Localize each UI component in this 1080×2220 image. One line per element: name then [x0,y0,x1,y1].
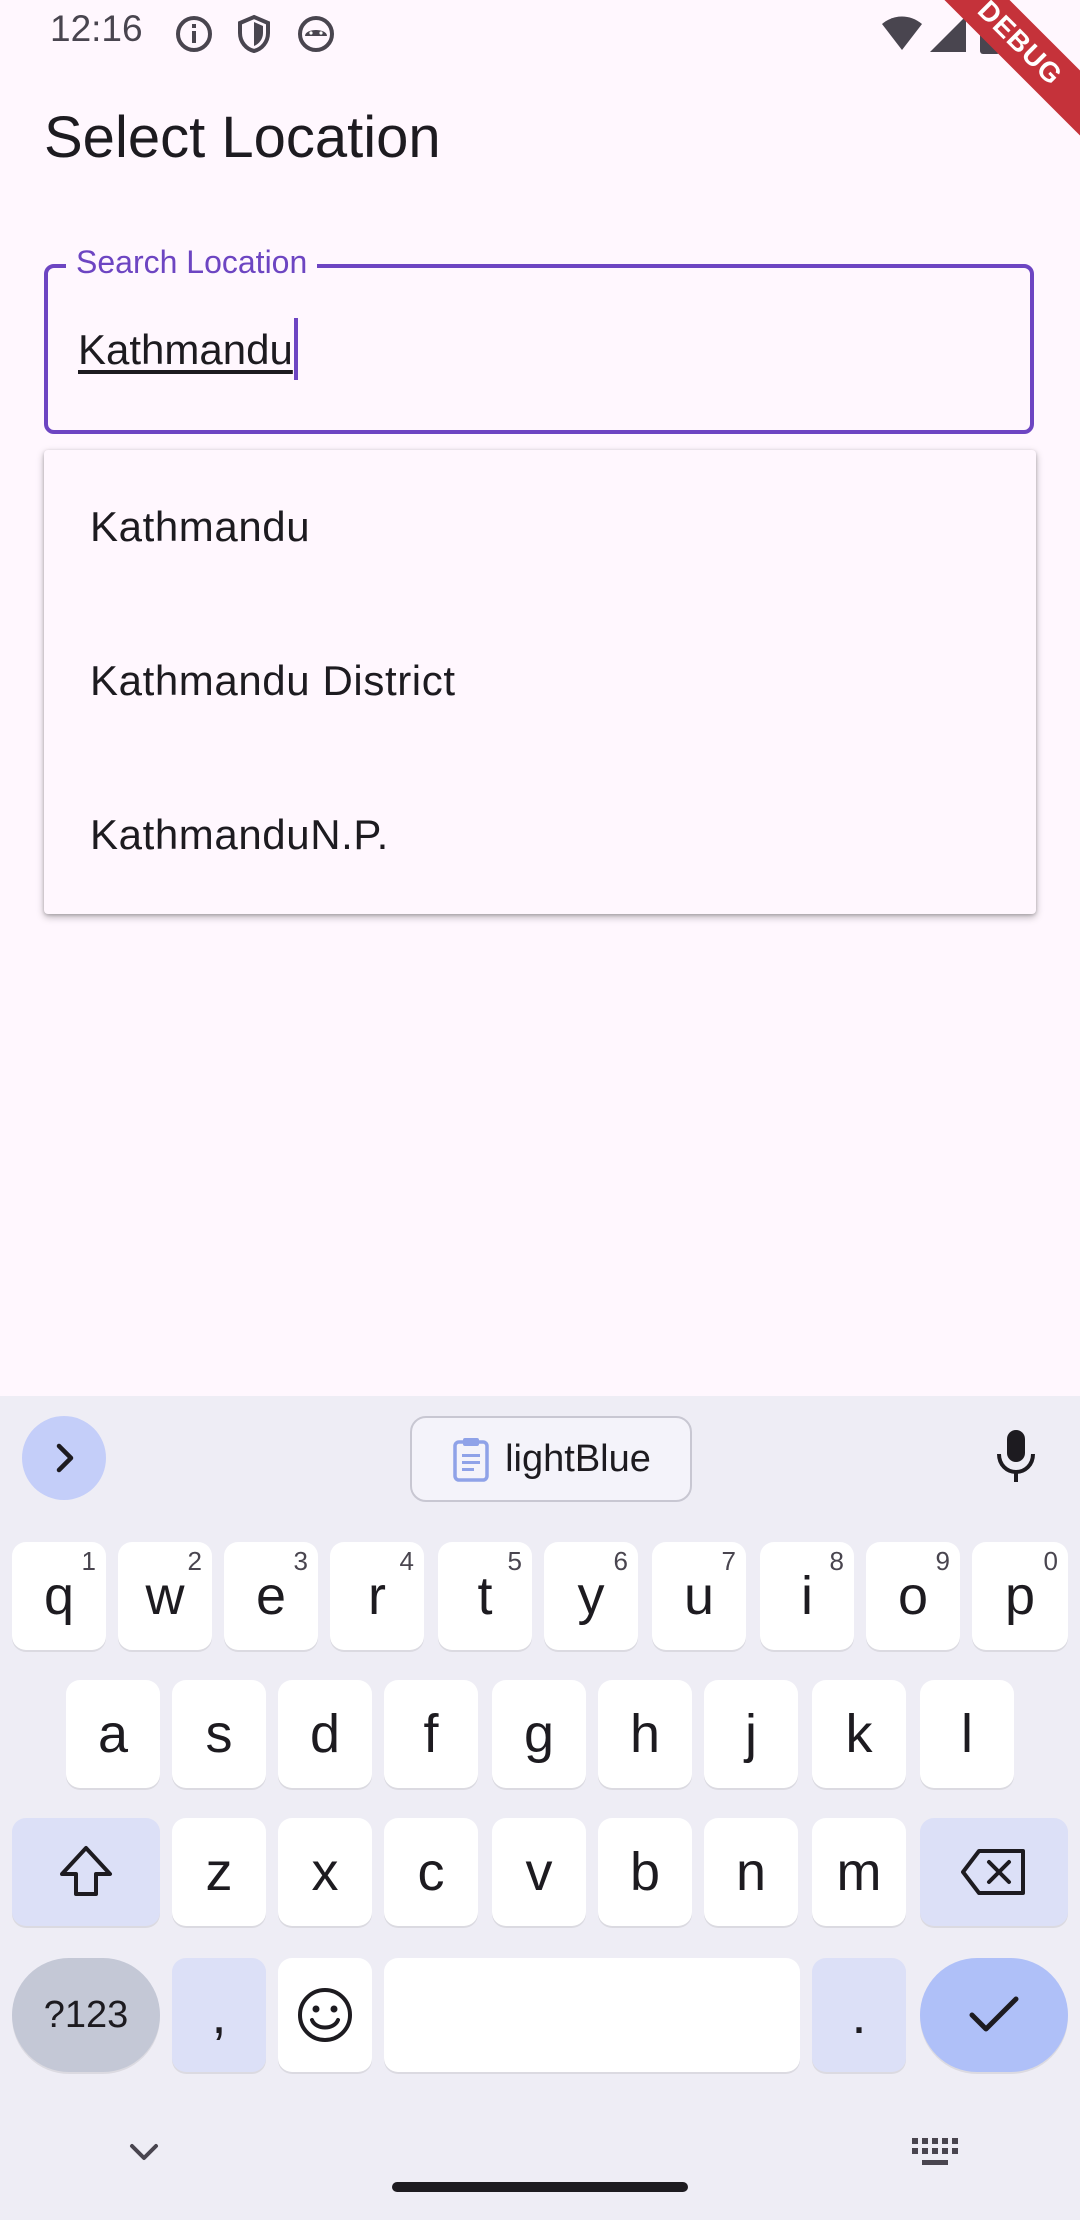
suggestion-option[interactable]: Kathmandu [44,450,1036,604]
key-p[interactable]: p0 [972,1542,1068,1650]
page-title: Select Location [44,105,441,170]
key-w[interactable]: w2 [118,1542,212,1650]
key-x[interactable]: x [278,1818,372,1926]
comma-key[interactable]: , [172,1958,266,2072]
emoji-icon [298,1988,352,2042]
key-y[interactable]: y6 [544,1542,638,1650]
key-u[interactable]: u7 [652,1542,746,1650]
wifi-icon [880,14,924,54]
suggestion-option[interactable]: KathmanduN.P. [44,758,1036,912]
chevron-right-icon [56,1443,74,1473]
suggestion-option[interactable]: Kathmandu District [44,604,1036,758]
keyboard-switch-button[interactable] [910,2136,960,2168]
key-e[interactable]: e3 [224,1542,318,1650]
key-v[interactable]: v [492,1818,586,1926]
android-icon [296,14,336,54]
key-h[interactable]: h [598,1680,692,1788]
hide-keyboard-button[interactable] [126,2138,162,2166]
key-b[interactable]: b [598,1818,692,1926]
key-r[interactable]: r4 [330,1542,424,1650]
shift-icon [60,1846,112,1896]
search-input-value[interactable]: Kathmandu [78,318,298,384]
key-c[interactable]: c [384,1818,478,1926]
key-z[interactable]: z [172,1818,266,1926]
toolbar-expand-button[interactable] [22,1416,106,1500]
backspace-icon [961,1849,1025,1895]
key-f[interactable]: f [384,1680,478,1788]
checkmark-icon [969,1996,1019,2032]
key-m[interactable]: m [812,1818,906,1926]
period-key[interactable]: . [812,1958,906,2072]
key-d[interactable]: d [278,1680,372,1788]
key-a[interactable]: a [66,1680,160,1788]
key-l[interactable]: l [920,1680,1014,1788]
microphone-button[interactable] [984,1424,1048,1488]
symbols-key[interactable]: ?123 [12,1958,160,2072]
text-cursor [293,318,298,380]
enter-key[interactable] [920,1958,1068,2072]
key-s[interactable]: s [172,1680,266,1788]
keyboard-icon [912,2138,958,2165]
key-n[interactable]: n [704,1818,798,1926]
key-j[interactable]: j [704,1680,798,1788]
clipboard-suggestion[interactable]: lightBlue [410,1416,692,1502]
key-g[interactable]: g [492,1680,586,1788]
space-key[interactable] [384,1958,800,2072]
emoji-key[interactable] [278,1958,372,2072]
search-input-text: Kathmandu [78,326,293,374]
key-i[interactable]: i8 [760,1542,854,1650]
shift-key[interactable] [12,1818,160,1926]
status-time: 12:16 [50,8,143,49]
location-suggestions: Kathmandu Kathmandu District KathmanduN.… [44,450,1036,914]
keyboard [0,1396,1080,2220]
chevron-down-icon [130,2144,158,2160]
key-t[interactable]: t5 [438,1542,532,1650]
microphone-icon [997,1430,1035,1482]
gesture-nav-handle[interactable] [392,2182,688,2192]
signal-icon [928,14,968,54]
shield-icon [234,14,274,54]
search-input-label: Search Location [66,244,318,281]
key-o[interactable]: o9 [866,1542,960,1650]
key-q[interactable]: q1 [12,1542,106,1650]
key-k[interactable]: k [812,1680,906,1788]
backspace-key[interactable] [920,1818,1068,1926]
clipboard-suggestion-label: lightBlue [505,1437,651,1480]
clipboard-icon [453,1438,489,1482]
info-icon [174,14,214,54]
